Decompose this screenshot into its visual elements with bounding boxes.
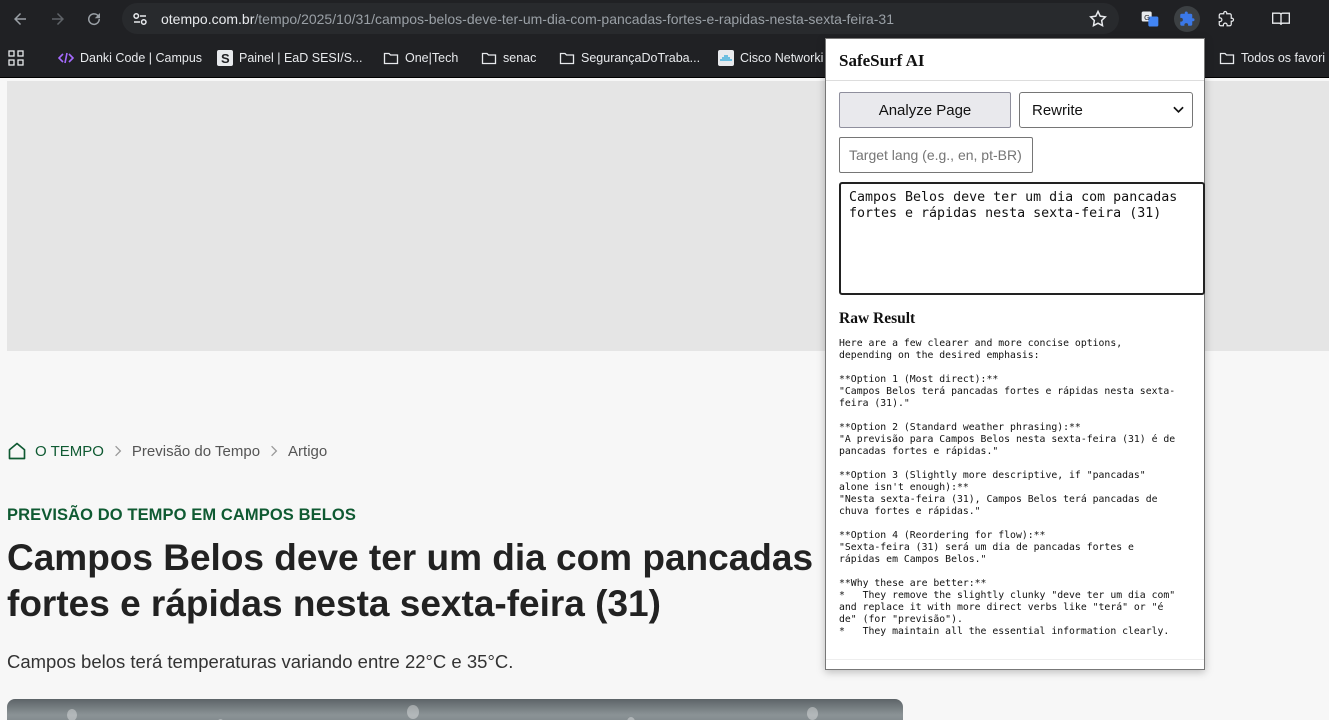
divider — [826, 659, 1204, 660]
raw-result-heading: Raw Result — [839, 310, 916, 327]
chevron-right-icon — [114, 445, 122, 457]
arrow-left-icon — [14, 13, 26, 25]
folder-icon — [559, 50, 575, 66]
article-hero-image — [7, 699, 903, 720]
reload-button[interactable] — [84, 9, 104, 29]
breadcrumb-previsao[interactable]: Previsão do Tempo — [132, 443, 260, 460]
bookmark-folder-onetech[interactable]: One|Tech — [383, 50, 458, 66]
extensions-menu-icon[interactable] — [1213, 6, 1239, 32]
bookmark-cisco[interactable]: Cisco Networki — [718, 50, 823, 66]
bookmark-folder-seguranca[interactable]: SegurançaDoTraba... — [559, 50, 700, 66]
article-subhead: Campos belos terá temperaturas variando … — [7, 651, 514, 672]
folder-icon — [1219, 50, 1235, 66]
chevron-right-icon — [270, 445, 278, 457]
svg-text:G: G — [1144, 13, 1150, 22]
site-info-icon[interactable] — [130, 9, 150, 29]
mode-select-value: Rewrite — [1032, 101, 1083, 119]
arrow-right-icon — [52, 13, 64, 25]
reload-icon — [88, 13, 101, 26]
address-bar[interactable]: otempo.com.br/tempo/2025/10/31/campos-be… — [122, 3, 1119, 34]
folder-icon — [481, 50, 497, 66]
safesurf-extension-icon[interactable] — [1174, 6, 1200, 32]
bookmark-folder-todos[interactable]: Todos os favori — [1219, 50, 1325, 66]
article-kicker[interactable]: PREVISÃO DO TEMPO EM CAMPOS BELOS — [7, 506, 356, 525]
browser-toolbar: otempo.com.br/tempo/2025/10/31/campos-be… — [0, 0, 1329, 38]
popup-title: SafeSurf AI — [839, 51, 925, 70]
back-button[interactable] — [10, 9, 30, 29]
reading-list-icon[interactable] — [1268, 6, 1294, 32]
chevron-down-icon — [1173, 106, 1184, 114]
breadcrumb: O TEMPO Previsão do Tempo Artigo — [7, 441, 327, 461]
cisco-logo-icon — [718, 50, 734, 66]
bookmark-folder-senac[interactable]: senac — [481, 50, 536, 66]
translate-extension-icon[interactable]: G — [1137, 6, 1163, 32]
target-lang-input[interactable]: Target lang (e.g., en, pt-BR) — [839, 137, 1033, 173]
apps-grid-icon[interactable] — [8, 50, 24, 66]
home-icon — [8, 442, 26, 460]
article-headline: Campos Belos deve ter um dia com pancada… — [7, 537, 814, 624]
svg-text:S: S — [221, 51, 230, 66]
raw-result-text: Here are a few clearer and more concise … — [839, 338, 1176, 637]
breadcrumb-home[interactable]: O TEMPO — [7, 441, 104, 461]
mode-select[interactable]: Rewrite — [1019, 92, 1193, 128]
forward-button[interactable] — [48, 9, 68, 29]
analyze-page-button[interactable]: Analyze Page — [839, 92, 1011, 128]
code-icon — [58, 50, 74, 66]
sesi-logo-icon: S — [217, 50, 233, 66]
divider — [826, 80, 1204, 81]
folder-icon — [383, 50, 399, 66]
breadcrumb-artigo: Artigo — [288, 442, 328, 460]
bookmark-star-icon[interactable] — [1088, 9, 1108, 29]
input-textarea[interactable]: Campos Belos deve ter um dia com pancada… — [839, 182, 1205, 295]
bookmark-danki-code[interactable]: Danki Code | Campus — [58, 50, 202, 66]
url-text: otempo.com.br/tempo/2025/10/31/campos-be… — [161, 11, 895, 27]
bookmark-painel-ead[interactable]: S Painel | EaD SESI/S... — [217, 50, 362, 66]
safesurf-popup: SafeSurf AI Analyze Page Rewrite Target … — [825, 38, 1205, 670]
